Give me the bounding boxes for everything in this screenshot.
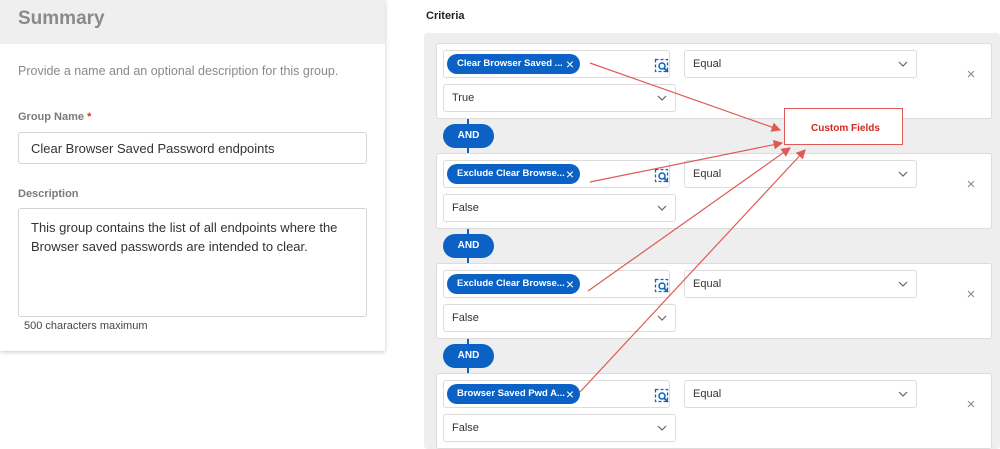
field-selector[interactable]: Exclude Clear Browse... × <box>443 270 670 298</box>
group-name-label-text: Group Name <box>18 111 85 123</box>
remove-icon[interactable]: × <box>964 287 978 302</box>
field-chip-label: Exclude Clear Browse... <box>457 278 565 289</box>
criteria-row: Browser Saved Pwd A... × Equal False × <box>436 373 992 449</box>
value-value: False <box>452 312 479 324</box>
search-field-icon[interactable] <box>654 58 670 74</box>
remove-icon[interactable]: × <box>964 67 978 82</box>
group-name-input[interactable] <box>18 132 367 164</box>
chevron-down-icon <box>898 391 908 397</box>
field-chip-label: Exclude Clear Browse... <box>457 168 565 179</box>
chevron-down-icon <box>657 95 667 101</box>
field-chip[interactable]: Exclude Clear Browse... × <box>447 274 580 294</box>
operator-value: Equal <box>693 168 722 180</box>
value-dropdown[interactable]: False <box>443 414 676 442</box>
field-chip-label: Browser Saved Pwd A... <box>457 388 565 399</box>
char-limit-hint: 500 characters maximum <box>24 320 148 332</box>
operator-value: Equal <box>693 388 722 400</box>
close-icon[interactable]: × <box>566 164 574 184</box>
value-value: True <box>452 92 475 104</box>
operator-value: Equal <box>693 58 722 70</box>
field-chip[interactable]: Clear Browser Saved ... × <box>447 54 580 74</box>
operator-dropdown[interactable]: Equal <box>684 160 917 188</box>
chevron-down-icon <box>898 281 908 287</box>
search-field-icon[interactable] <box>654 168 670 184</box>
summary-title: Summary <box>18 8 105 29</box>
operator-dropdown[interactable]: Equal <box>684 380 917 408</box>
search-field-icon[interactable] <box>654 388 670 404</box>
operator-dropdown[interactable]: Equal <box>684 270 917 298</box>
field-selector[interactable]: Exclude Clear Browse... × <box>443 160 670 188</box>
group-name-label: Group Name * <box>18 111 91 123</box>
criteria-row: Exclude Clear Browse... × Equal False × <box>436 263 992 339</box>
close-icon[interactable]: × <box>566 384 574 404</box>
chevron-down-icon <box>657 205 667 211</box>
value-dropdown[interactable]: False <box>443 304 676 332</box>
value-value: False <box>452 202 479 214</box>
chevron-down-icon <box>898 61 908 67</box>
summary-panel: Summary Provide a name and an optional d… <box>0 0 385 351</box>
criteria-row: Exclude Clear Browse... × Equal False × <box>436 153 992 229</box>
and-operator-pill[interactable]: AND <box>443 344 494 368</box>
close-icon[interactable]: × <box>566 274 574 294</box>
description-textarea[interactable]: This group contains the list of all endp… <box>18 208 367 317</box>
summary-header: Summary <box>0 0 385 44</box>
and-operator-pill[interactable]: AND <box>443 234 494 258</box>
search-field-icon[interactable] <box>654 278 670 294</box>
value-dropdown[interactable]: True <box>443 84 676 112</box>
field-selector[interactable]: Browser Saved Pwd A... × <box>443 380 670 408</box>
custom-fields-annotation: Custom Fields <box>784 108 903 145</box>
operator-value: Equal <box>693 278 722 290</box>
criteria-title: Criteria <box>426 10 465 22</box>
field-chip[interactable]: Browser Saved Pwd A... × <box>447 384 580 404</box>
chevron-down-icon <box>898 171 908 177</box>
summary-description: Provide a name and an optional descripti… <box>18 64 339 78</box>
chevron-down-icon <box>657 315 667 321</box>
field-selector[interactable]: Clear Browser Saved ... × <box>443 50 670 78</box>
description-label: Description <box>18 188 79 200</box>
field-chip-label: Clear Browser Saved ... <box>457 58 563 69</box>
close-icon[interactable]: × <box>566 54 574 74</box>
criteria-row: Clear Browser Saved ... × Equal True × <box>436 43 992 119</box>
chevron-down-icon <box>657 425 667 431</box>
and-operator-pill[interactable]: AND <box>443 124 494 148</box>
value-dropdown[interactable]: False <box>443 194 676 222</box>
value-value: False <box>452 422 479 434</box>
remove-icon[interactable]: × <box>964 177 978 192</box>
field-chip[interactable]: Exclude Clear Browse... × <box>447 164 580 184</box>
remove-icon[interactable]: × <box>964 397 978 412</box>
required-mark: * <box>87 111 92 123</box>
operator-dropdown[interactable]: Equal <box>684 50 917 78</box>
